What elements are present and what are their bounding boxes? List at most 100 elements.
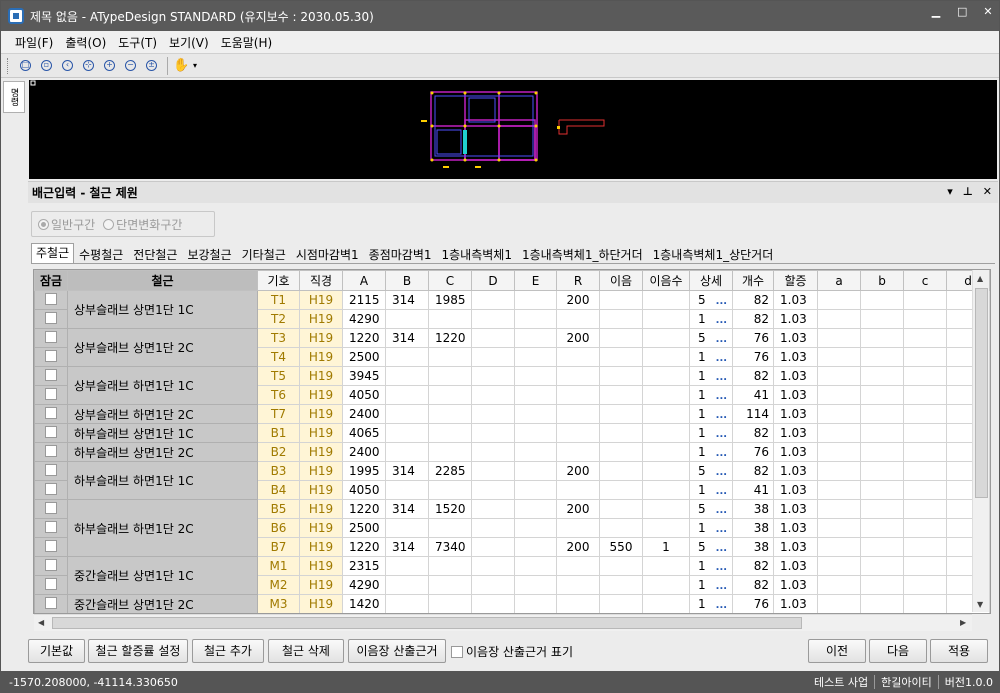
count-cell[interactable]: 38 [732, 537, 774, 557]
diameter-cell[interactable]: H19 [299, 347, 343, 367]
vertical-scroll-thumb[interactable] [975, 288, 988, 498]
rate-cell[interactable]: 1.03 [773, 594, 818, 613]
diameter-cell[interactable]: H19 [299, 537, 343, 557]
panel-close-icon[interactable]: ✕ [983, 185, 992, 198]
lock-checkbox[interactable] [45, 387, 57, 400]
extra-a-cell[interactable] [817, 385, 861, 405]
detail-cell[interactable]: 1... [689, 556, 733, 576]
detail-more-button[interactable]: ... [716, 486, 727, 497]
lock-cell[interactable] [34, 423, 68, 443]
extra-b-cell[interactable] [860, 442, 904, 462]
extra-c-cell[interactable] [903, 290, 947, 310]
lock-cell[interactable] [34, 385, 68, 405]
detail-cell[interactable]: 1... [689, 442, 733, 462]
rate-setting-button[interactable]: 철근 할증률 설정 [88, 639, 188, 663]
dim-d-cell[interactable] [471, 347, 515, 367]
diameter-cell[interactable]: H19 [299, 328, 343, 348]
rate-cell[interactable]: 1.03 [773, 385, 818, 405]
table-row[interactable]: 상부슬래브 상면1단 2C T3 H19 1220 314 1220 200 5... 76 1.… [34, 328, 990, 367]
table-row[interactable]: 중간슬래브 상면1단 2C M3 H19 1420 1... 76 1.03 [34, 594, 990, 613]
symbol-cell[interactable]: T5 [257, 366, 300, 386]
tab-shear-rebar[interactable]: 전단철근 [128, 245, 182, 263]
extra-a-cell[interactable] [817, 290, 861, 310]
column-header[interactable]: 이음수 [642, 270, 690, 291]
dim-d-cell[interactable] [471, 461, 515, 481]
dim-d-cell[interactable] [471, 385, 515, 405]
extra-c-cell[interactable] [903, 442, 947, 462]
diameter-cell[interactable]: H19 [299, 594, 343, 613]
dim-b-cell[interactable]: 314 [385, 461, 429, 481]
detail-more-button[interactable]: ... [716, 543, 727, 554]
diameter-cell[interactable]: H19 [299, 575, 343, 595]
detail-cell[interactable]: 1... [689, 309, 733, 329]
dim-d-cell[interactable] [471, 309, 515, 329]
symbol-cell[interactable]: M1 [257, 556, 300, 576]
detail-more-button[interactable]: ... [716, 296, 727, 307]
symbol-cell[interactable]: T1 [257, 290, 300, 310]
detail-cell[interactable]: 5... [689, 461, 733, 481]
dim-c-cell[interactable] [428, 442, 472, 462]
symbol-cell[interactable]: T3 [257, 328, 300, 348]
radio-section-change[interactable]: 단면변화구간 [103, 216, 182, 233]
dim-c-cell[interactable]: 1985 [428, 290, 472, 310]
dim-r-cell[interactable] [556, 442, 600, 462]
lock-cell[interactable] [34, 537, 68, 557]
zoom-realtime-icon[interactable]: ± [142, 56, 161, 75]
lock-cell[interactable] [34, 404, 68, 424]
column-header[interactable]: 상세 [689, 270, 733, 291]
lock-cell[interactable] [34, 594, 68, 613]
extra-b-cell[interactable] [860, 366, 904, 386]
symbol-cell[interactable]: M3 [257, 594, 300, 613]
dim-b-cell[interactable]: 314 [385, 290, 429, 310]
dim-e-cell[interactable] [514, 290, 557, 310]
joint-length-cell[interactable] [599, 290, 643, 310]
dim-d-cell[interactable] [471, 518, 515, 538]
rate-cell[interactable]: 1.03 [773, 499, 818, 519]
extra-b-cell[interactable] [860, 404, 904, 424]
extra-a-cell[interactable] [817, 556, 861, 576]
dim-c-cell[interactable] [428, 575, 472, 595]
joint-length-cell[interactable] [599, 366, 643, 386]
rebar-name-cell[interactable]: 하부슬래브 하면1단 1C [67, 461, 258, 500]
pan-dropdown-icon[interactable]: ▾ [193, 61, 197, 70]
table-row[interactable]: 중간슬래브 상면1단 1C M1 H19 2315 1... 82 1.03 [34, 556, 990, 595]
detail-more-button[interactable]: ... [716, 334, 727, 345]
joint-count-cell[interactable] [642, 594, 690, 613]
count-cell[interactable]: 82 [732, 290, 774, 310]
prev-button[interactable]: 이전 [808, 639, 866, 663]
horizontal-scrollbar[interactable]: ◀ ▶ [34, 614, 972, 631]
joint-count-cell[interactable] [642, 366, 690, 386]
dim-a-cell[interactable]: 4290 [342, 575, 386, 595]
column-header[interactable]: 직경 [299, 270, 343, 291]
lock-cell[interactable] [34, 556, 68, 576]
diameter-cell[interactable]: H19 [299, 556, 343, 576]
extra-a-cell[interactable] [817, 347, 861, 367]
joint-count-cell[interactable] [642, 385, 690, 405]
extra-c-cell[interactable] [903, 309, 947, 329]
scroll-down-icon[interactable]: ▼ [977, 600, 983, 609]
detail-cell[interactable]: 1... [689, 480, 733, 500]
tab-inner-wall[interactable]: 1층내측벽체1 [437, 245, 517, 263]
dim-e-cell[interactable] [514, 575, 557, 595]
menu-view[interactable]: 보기(V) [163, 34, 215, 51]
lock-cell[interactable] [34, 366, 68, 386]
lock-checkbox[interactable] [45, 292, 57, 305]
zoom-previous-icon[interactable]: ‹ [58, 56, 77, 75]
count-cell[interactable]: 41 [732, 480, 774, 500]
dim-b-cell[interactable] [385, 347, 429, 367]
detail-more-button[interactable]: ... [716, 448, 727, 459]
dim-r-cell[interactable] [556, 366, 600, 386]
rate-cell[interactable]: 1.03 [773, 480, 818, 500]
dim-d-cell[interactable] [471, 366, 515, 386]
dim-a-cell[interactable]: 4065 [342, 423, 386, 443]
detail-cell[interactable]: 1... [689, 366, 733, 386]
column-header[interactable]: 기호 [257, 270, 300, 291]
extra-a-cell[interactable] [817, 423, 861, 443]
detail-more-button[interactable]: ... [716, 315, 727, 326]
dim-d-cell[interactable] [471, 404, 515, 424]
dim-e-cell[interactable] [514, 499, 557, 519]
extra-c-cell[interactable] [903, 575, 947, 595]
joint-count-cell[interactable] [642, 518, 690, 538]
lock-cell[interactable] [34, 575, 68, 595]
dim-c-cell[interactable] [428, 594, 472, 613]
